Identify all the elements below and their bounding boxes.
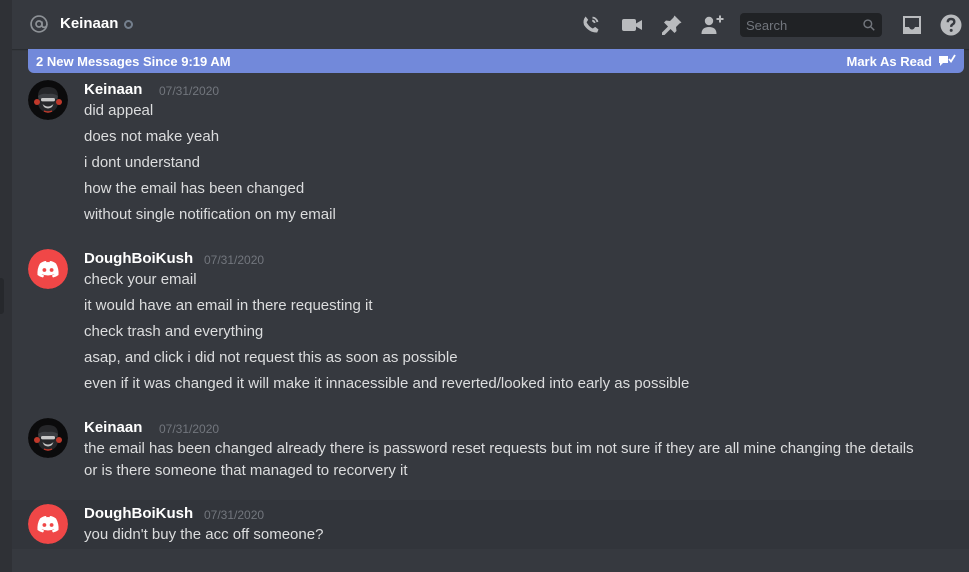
message-group: DoughBoiKush 07/31/2020 check your email… xyxy=(12,245,969,400)
keinaan-avatar-icon xyxy=(28,418,68,458)
discord-logo-icon xyxy=(28,504,68,544)
chat-area: Keinaan Search 2 New Messages Since 9:19… xyxy=(12,0,969,572)
offline-status-icon xyxy=(124,20,133,29)
username[interactable]: Keinaan xyxy=(84,81,142,98)
message-text: it would have an email in there requesti… xyxy=(84,297,373,314)
message-text: asap, and click i did not request this a… xyxy=(84,349,458,366)
inbox-icon[interactable] xyxy=(900,13,924,37)
message-timestamp: 07/31/2020 xyxy=(159,422,220,436)
mark-read-icon xyxy=(939,54,956,66)
avatar[interactable] xyxy=(28,504,68,544)
avatar[interactable] xyxy=(28,80,68,120)
mark-as-read-button[interactable]: Mark As Read xyxy=(847,53,957,69)
video-call-icon[interactable] xyxy=(620,13,644,37)
message-text: even if it was changed it will make it i… xyxy=(84,375,690,392)
message-group: Keinaan 07/31/2020 did appeal does not m… xyxy=(12,76,969,236)
channel-header: Keinaan xyxy=(12,0,969,49)
channel-title: Keinaan xyxy=(60,15,119,32)
help-icon[interactable] xyxy=(939,13,963,37)
username[interactable]: DoughBoiKush xyxy=(84,505,193,522)
message-text: or is there someone that managed to reco… xyxy=(84,462,408,479)
pin-icon[interactable] xyxy=(660,13,684,37)
message-group: DoughBoiKush 07/31/2020 you didn't buy t… xyxy=(12,500,969,549)
message-timestamp: 07/31/2020 xyxy=(204,253,265,267)
message-text: without single notification on my email xyxy=(84,206,336,223)
message-text: does not make yeah xyxy=(84,128,220,145)
search-input[interactable] xyxy=(740,13,882,37)
discord-logo-icon xyxy=(28,249,68,289)
message-group: Keinaan 07/31/2020 the email has been ch… xyxy=(12,414,969,486)
server-sidebar-edge xyxy=(0,0,12,572)
message-timestamp: 07/31/2020 xyxy=(159,84,220,98)
avatar[interactable] xyxy=(28,418,68,458)
new-messages-text: 2 New Messages Since 9:19 AM xyxy=(36,53,231,69)
username[interactable]: Keinaan xyxy=(84,419,142,436)
message-text: i dont understand xyxy=(84,154,200,171)
message-text: did appeal xyxy=(84,102,154,119)
message-text: how the email has been changed xyxy=(84,180,305,197)
new-messages-bar[interactable]: 2 New Messages Since 9:19 AM Mark As Rea… xyxy=(28,49,964,73)
username[interactable]: DoughBoiKush xyxy=(84,250,193,267)
message-text: the email has been changed already there… xyxy=(84,440,914,457)
at-sign-icon xyxy=(30,15,48,33)
call-icon[interactable] xyxy=(579,13,603,37)
keinaan-avatar-icon xyxy=(28,80,68,120)
search-icon xyxy=(863,19,875,31)
message-text: check your email xyxy=(84,271,197,288)
message-timestamp: 07/31/2020 xyxy=(204,508,265,522)
add-friend-icon[interactable] xyxy=(700,13,724,37)
mark-as-read-label: Mark As Read xyxy=(846,53,933,69)
avatar[interactable] xyxy=(28,249,68,289)
message-text: you didn't buy the acc off someone? xyxy=(84,526,324,543)
search-box[interactable] xyxy=(740,13,882,37)
scroll-indicator xyxy=(0,278,4,314)
message-text: check trash and everything xyxy=(84,323,264,340)
